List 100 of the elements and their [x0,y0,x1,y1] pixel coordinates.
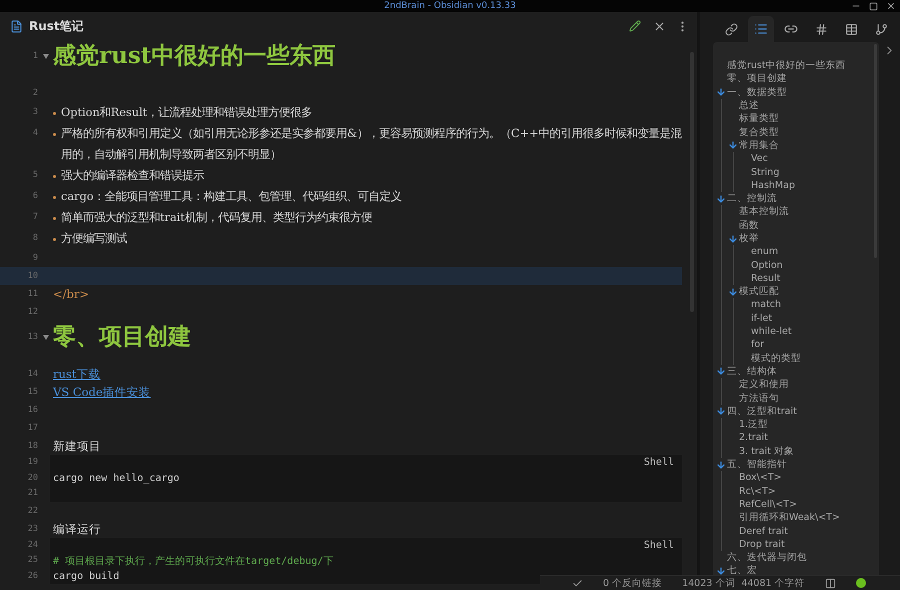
collapse-arrow-icon[interactable] [716,366,726,376]
outline-item[interactable]: HashMap [751,178,795,192]
outline-item[interactable]: 感觉rust中很好的一些东西 [727,59,846,72]
outline-item[interactable]: 基本控制流 [739,205,789,218]
character-count: 44081 个字符 [741,576,805,590]
line-number: 6 [32,190,38,203]
note-title: Rust笔记 [29,18,85,34]
outline-item[interactable]: Vec [751,152,768,166]
line-number: 16 [26,404,38,417]
table-icon [844,22,858,36]
line-number: 18 [26,440,38,453]
line-number: 14 [26,368,38,381]
sync-status-dot[interactable] [856,578,866,588]
outline-item[interactable]: Option [751,258,783,272]
word-count: 14023 个词 [682,576,736,590]
outline-item[interactable]: 函数 [739,218,759,232]
fold-caret-icon[interactable] [42,54,48,58]
list-item: 强大的编译器检查和错误提示 [53,165,682,186]
line-number: 4 [32,127,38,140]
outline-item[interactable]: Box\<T> [739,471,782,484]
outline-item[interactable]: 模式匹配 [739,285,779,298]
line-number: 5 [32,169,38,182]
outline-item[interactable]: Deref trait [739,524,788,538]
outline-item[interactable]: 3. trait 对象 [739,444,794,458]
line-number: 23 [26,522,38,536]
outline-item[interactable]: enum [751,245,778,258]
outline-item[interactable]: RefCell\<T> [739,498,798,511]
list-item: 方便编写测试 [53,228,682,249]
collapse-arrow-icon[interactable] [716,460,726,470]
outline-item[interactable]: 2.trait [739,431,768,444]
line-number: 12 [26,306,38,319]
outline-item[interactable]: 模式的类型 [751,352,801,365]
line-number: 8 [32,232,38,245]
collapse-arrow-icon[interactable] [728,234,738,244]
list-item: Option和Result，让流程处理和错误处理方便很多 [53,102,682,123]
line-number: 1 [32,50,38,63]
heading: 零、项目创建 [53,322,192,352]
document-icon [10,20,23,32]
outline-item[interactable]: 七、宏 [727,564,757,578]
list-icon [754,22,768,36]
collapse-arrow-icon[interactable] [716,87,726,98]
layout-icon[interactable] [824,578,836,588]
link-icon [724,22,738,36]
paragraph: 编译运行 [53,520,102,538]
outline-item[interactable]: 复合类型 [739,126,779,139]
line-number: 2 [32,87,38,100]
outline-item[interactable]: 零、项目创建 [727,72,787,86]
line-number: 21 [26,487,38,500]
outline-item[interactable]: 六、迭代器与闭包 [727,551,807,564]
outline-item[interactable]: match [751,298,782,312]
line-number: 9 [32,252,38,265]
outline-item[interactable]: 四、泛型和trait [727,404,797,418]
close-icon[interactable] [886,1,896,11]
outline-item[interactable]: 引用循环和Weak\<T> [739,511,840,524]
window-title: 2ndBrain - Obsidian v0.13.33 [384,0,516,12]
check-icon [572,578,583,588]
line-number: 20 [26,472,38,484]
line-number: 3 [32,106,38,119]
line-number: 15 [26,386,38,399]
line-number: 17 [26,422,38,435]
line-number: 7 [32,211,38,224]
list-item: 简单而强大的泛型和trait机制，代码复用、类型行为约束很方便 [53,207,682,228]
outline-item[interactable]: 1.泛型 [739,418,768,432]
outline-item[interactable]: 一、数据类型 [727,86,787,99]
maximize-icon[interactable] [869,2,878,10]
link[interactable]: VS Code插件安装 [53,383,151,401]
outline-item[interactable]: 三、结构体 [727,364,777,378]
outline-item[interactable]: 二、控制流 [727,192,777,206]
collapse-arrow-icon[interactable] [716,194,726,204]
outline-item[interactable]: 方法语句 [739,392,779,405]
list-item: 严格的所有权和引用定义（如引用无论形参还是实参都要用&），更容易预测程序的行为。（C++中的引用很多时候和变量是混用的，自动解引用机制导致两者区别不明显） [53,123,682,165]
fold-caret-icon[interactable] [42,334,48,340]
line-number: 22 [26,504,38,518]
outline-item[interactable]: Result [751,272,780,285]
paragraph: 新建项目 [53,438,102,455]
outline-item[interactable]: Drop trait [739,538,785,551]
collapse-arrow-icon[interactable] [728,286,738,297]
close-icon[interactable] [653,20,666,32]
line-number: 11 [26,288,38,301]
outline-item[interactable]: if-let [751,312,772,325]
line-number: 13 [26,331,38,344]
outline-item[interactable]: 常用集合 [739,138,779,152]
sidebar-tab[interactable] [748,16,774,42]
outline-item[interactable]: 定义和使用 [739,378,789,392]
link[interactable]: rust下载 [53,365,100,383]
outline-item[interactable]: 枚举 [739,232,759,245]
collapse-arrow-icon[interactable] [728,140,738,150]
collapse-arrow-icon[interactable] [716,566,726,576]
outline-item[interactable]: 标量类型 [739,112,779,126]
outline-item[interactable]: Rc\<T> [739,484,776,498]
outline-item[interactable]: 五、智能指针 [727,458,787,472]
outline-item[interactable]: String [751,166,780,179]
outline-item[interactable]: while-let [751,325,792,338]
hash-icon [814,22,828,36]
outline-item[interactable]: 总述 [739,99,759,112]
edit-icon[interactable] [629,20,641,32]
line-number: 10 [26,270,38,283]
branch-icon [874,22,888,36]
collapse-arrow-icon[interactable] [716,406,726,416]
outline-item[interactable]: for [751,338,764,352]
